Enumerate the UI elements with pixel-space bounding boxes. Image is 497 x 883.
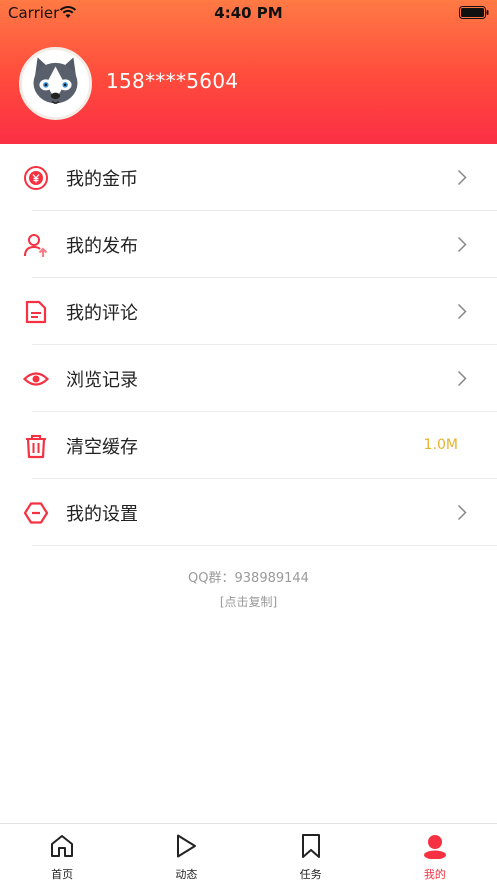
menu-item-clear-cache[interactable]: 清空缓存 1.0M (0, 412, 497, 479)
chevron-right-icon (457, 370, 467, 387)
tab-tasks[interactable]: 任务 (249, 824, 373, 883)
profile-header: Carrier 4:40 PM 158****5604 (0, 0, 497, 144)
battery-icon (459, 6, 489, 19)
cache-size-value: 1.0M (423, 437, 458, 453)
menu-item-posts[interactable]: 我的发布 (0, 211, 497, 278)
clock: 4:40 PM (214, 4, 283, 22)
settings-hexagon-icon (23, 502, 49, 524)
tab-home[interactable]: 首页 (0, 824, 124, 883)
tab-profile[interactable]: 我的 (373, 824, 497, 883)
copy-qq-link[interactable]: [点击复制] (0, 593, 497, 610)
avatar[interactable] (19, 47, 92, 120)
tab-label: 动态 (175, 868, 198, 881)
comment-doc-icon (25, 300, 47, 324)
chevron-right-icon (457, 169, 467, 186)
menu-item-settings[interactable]: 我的设置 (0, 479, 497, 546)
menu-list: 我的金币 我的发布 我的评论 浏览记录 清空缓存 1.0M 我的设置 (0, 144, 497, 546)
user-upload-icon (24, 234, 48, 257)
trash-icon (26, 435, 46, 459)
chevron-right-icon (457, 303, 467, 320)
menu-item-coins[interactable]: 我的金币 (0, 144, 497, 211)
tab-label: 我的 (423, 868, 446, 881)
menu-label: 清空缓存 (66, 437, 138, 458)
husky-avatar-icon (22, 50, 89, 117)
home-icon (51, 835, 74, 857)
menu-item-history[interactable]: 浏览记录 (0, 345, 497, 412)
play-icon (177, 834, 197, 858)
menu-label: 浏览记录 (66, 370, 138, 391)
menu-item-comments[interactable]: 我的评论 (0, 278, 497, 345)
bookmark-icon (301, 834, 320, 858)
qq-group-text: QQ群：938989144 (188, 571, 309, 586)
profile-icon (423, 835, 446, 859)
tab-label: 任务 (299, 868, 322, 881)
user-phone: 158****5604 (106, 69, 239, 93)
menu-label: 我的金币 (66, 169, 138, 190)
menu-label: 我的评论 (66, 303, 138, 324)
menu-label: 我的发布 (66, 236, 138, 257)
chevron-right-icon (457, 504, 467, 521)
menu-label: 我的设置 (66, 504, 138, 525)
chevron-right-icon (457, 236, 467, 253)
coin-yen-icon (24, 166, 48, 190)
tab-bar: 首页 动态 任务 我的 (0, 823, 497, 883)
tab-feed[interactable]: 动态 (124, 824, 248, 883)
status-bar: Carrier 4:40 PM (0, 0, 497, 26)
eye-icon (23, 372, 49, 386)
tab-label: 首页 (51, 868, 74, 881)
